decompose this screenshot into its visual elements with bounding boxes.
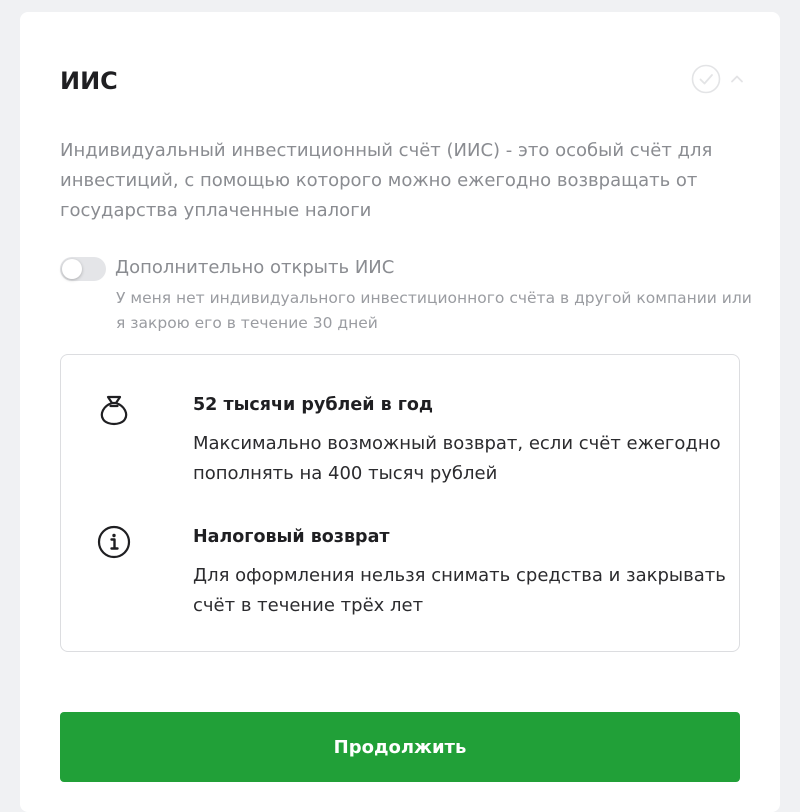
section-header[interactable]: ИИС bbox=[60, 64, 743, 96]
toggle-sublabel: У меня нет индивидуального инвестиционно… bbox=[116, 289, 752, 332]
section-description: Индивидуальный инвестиционный счёт (ИИС)… bbox=[60, 140, 713, 221]
section-title: ИИС bbox=[60, 67, 118, 95]
info-text: Максимально возможный возврат, если счёт… bbox=[193, 433, 721, 484]
continue-button[interactable]: Продолжить bbox=[60, 712, 740, 782]
money-bag-icon bbox=[97, 393, 131, 427]
chevron-up-icon[interactable] bbox=[729, 71, 745, 91]
info-icon bbox=[97, 525, 131, 559]
toggle-knob bbox=[62, 259, 82, 279]
info-title: Налоговый возврат bbox=[193, 527, 390, 547]
info-text: Для оформления нельзя снимать средства и… bbox=[193, 565, 726, 616]
check-circle-icon bbox=[691, 64, 721, 98]
open-iis-toggle[interactable] bbox=[60, 257, 106, 281]
toggle-label[interactable]: Дополнительно открыть ИИС bbox=[115, 255, 394, 281]
iis-card: ИИС Индивидуальный инвестиционный счёт (… bbox=[20, 12, 780, 812]
status-icons bbox=[691, 64, 745, 98]
info-title: 52 тысячи рублей в год bbox=[193, 395, 434, 415]
info-box: 52 тысячи рублей в год Максимально возмо… bbox=[60, 354, 740, 652]
